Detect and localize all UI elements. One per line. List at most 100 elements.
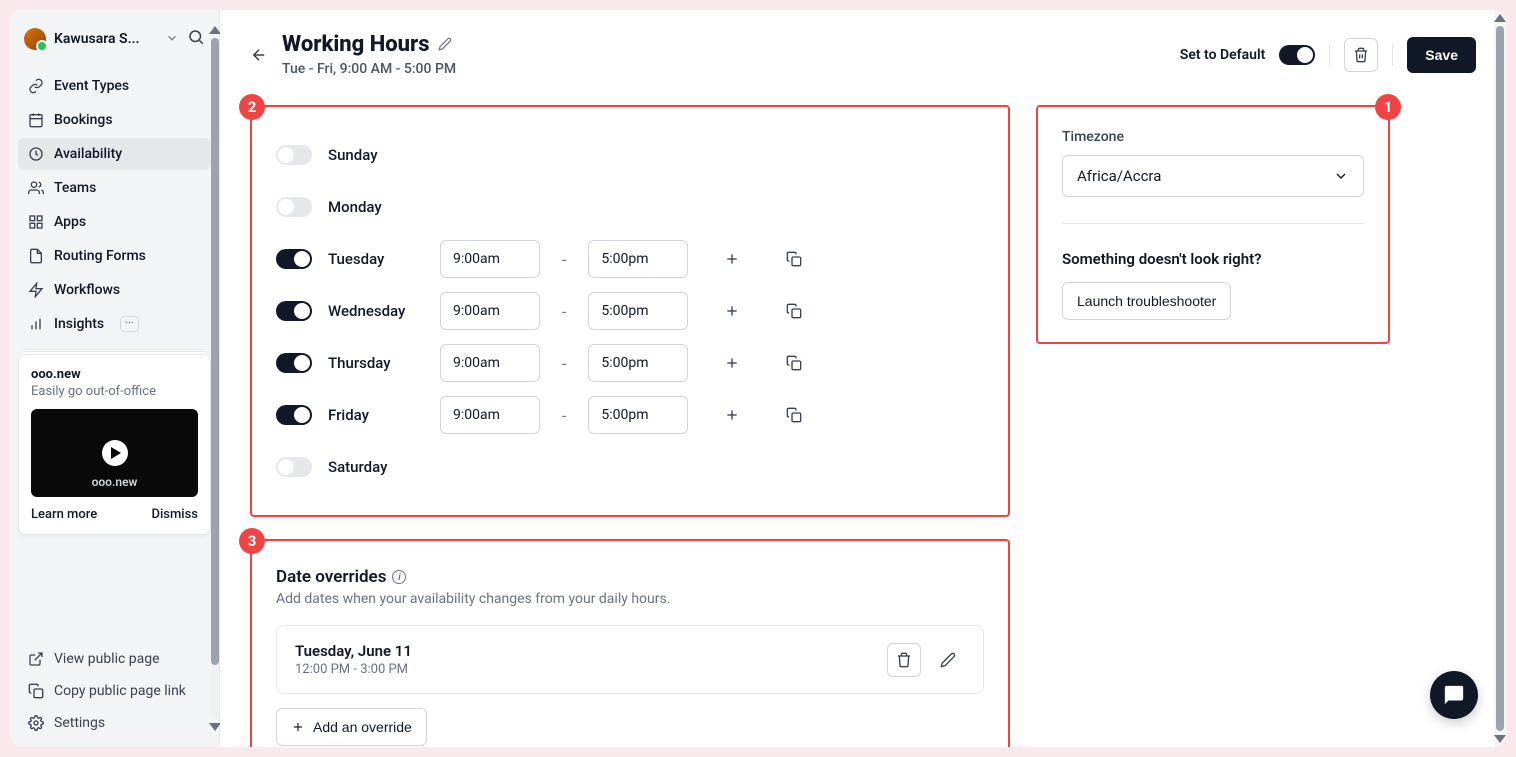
promo-media-text: ooo.new bbox=[92, 475, 138, 489]
nav-availability[interactable]: Availability bbox=[18, 138, 211, 170]
view-public-page[interactable]: View public page bbox=[18, 643, 211, 675]
divider bbox=[1062, 223, 1364, 224]
start-time-input[interactable]: 9:00am bbox=[440, 240, 540, 278]
override-time: 12:00 PM - 3:00 PM bbox=[295, 662, 887, 677]
day-name: Friday bbox=[328, 406, 424, 424]
copy-times-button[interactable] bbox=[778, 243, 810, 275]
day-row-saturday: Saturday bbox=[276, 441, 984, 493]
main-scrollbar[interactable] bbox=[1494, 10, 1506, 747]
add-time-slot-button[interactable] bbox=[716, 243, 748, 275]
divider bbox=[1329, 44, 1330, 66]
add-time-slot-button[interactable] bbox=[716, 399, 748, 431]
nav-label: Teams bbox=[54, 180, 96, 196]
date-overrides-panel: 3 Date overrides i Add dates when your a… bbox=[250, 539, 1010, 747]
edit-title-icon[interactable] bbox=[438, 32, 452, 57]
chat-bubble-button[interactable] bbox=[1430, 671, 1478, 719]
info-icon[interactable]: i bbox=[392, 570, 406, 584]
timezone-panel: 1 Timezone Africa/Accra Something doesn'… bbox=[1036, 105, 1390, 344]
nav-apps[interactable]: Apps bbox=[18, 206, 211, 238]
page-title: Working Hours bbox=[282, 32, 456, 57]
day-name: Sunday bbox=[328, 146, 424, 164]
day-toggle-monday[interactable] bbox=[276, 197, 312, 217]
day-name: Monday bbox=[328, 198, 424, 216]
page-subtitle: Tue - Fri, 9:00 AM - 5:00 PM bbox=[282, 61, 456, 77]
annotation-badge-1: 1 bbox=[1375, 94, 1401, 120]
nav-event-types[interactable]: Event Types bbox=[18, 70, 211, 102]
nav-label: Apps bbox=[54, 214, 86, 230]
day-name: Thursday bbox=[328, 354, 424, 372]
add-override-label: Add an override bbox=[313, 719, 412, 735]
delete-override-button[interactable] bbox=[887, 643, 921, 677]
day-toggle-friday[interactable] bbox=[276, 405, 312, 425]
nav-routing-forms[interactable]: Routing Forms bbox=[18, 240, 211, 272]
avatar[interactable] bbox=[24, 28, 46, 50]
overrides-title: Date overrides bbox=[276, 567, 386, 587]
start-time-input[interactable]: 9:00am bbox=[440, 292, 540, 330]
nav-label: Event Types bbox=[54, 78, 129, 94]
nav-teams[interactable]: Teams bbox=[18, 172, 211, 204]
username-label[interactable]: Kawusara S... bbox=[54, 31, 157, 47]
pencil-icon bbox=[940, 652, 956, 668]
start-time-input[interactable]: 9:00am bbox=[440, 344, 540, 382]
nav-label: Workflows bbox=[54, 282, 120, 298]
launch-troubleshooter-button[interactable]: Launch troubleshooter bbox=[1062, 282, 1231, 320]
plus-icon bbox=[291, 720, 305, 734]
add-time-slot-button[interactable] bbox=[716, 295, 748, 327]
add-time-slot-button[interactable] bbox=[716, 347, 748, 379]
copy-times-button[interactable] bbox=[778, 399, 810, 431]
start-time-input[interactable]: 9:00am bbox=[440, 396, 540, 434]
end-time-input[interactable]: 5:00pm bbox=[588, 240, 688, 278]
edit-override-button[interactable] bbox=[931, 643, 965, 677]
back-arrow-icon[interactable] bbox=[250, 46, 268, 68]
copy-times-button[interactable] bbox=[778, 347, 810, 379]
nav-bookings[interactable]: Bookings bbox=[18, 104, 211, 136]
day-row-wednesday: Wednesday9:00am-5:00pm bbox=[276, 285, 984, 337]
day-toggle-thursday[interactable] bbox=[276, 353, 312, 373]
timezone-select[interactable]: Africa/Accra bbox=[1062, 155, 1364, 197]
time-dash: - bbox=[556, 354, 572, 373]
delete-schedule-button[interactable] bbox=[1344, 38, 1378, 72]
day-row-monday: Monday bbox=[276, 181, 984, 233]
zap-icon bbox=[28, 282, 44, 298]
working-hours-panel: 2 SundayMondayTuesday9:00am-5:00pmWednes… bbox=[250, 105, 1010, 517]
plus-icon bbox=[724, 303, 740, 319]
day-name: Tuesday bbox=[328, 250, 424, 268]
troubleshooter-question: Something doesn't look right? bbox=[1062, 250, 1364, 268]
day-toggle-sunday[interactable] bbox=[276, 145, 312, 165]
scrollbar-thumb[interactable] bbox=[1496, 26, 1504, 731]
promo-title: ooo.new bbox=[31, 367, 198, 382]
main: Working Hours Tue - Fri, 9:00 AM - 5:00 … bbox=[220, 10, 1506, 747]
scrollbar-thumb[interactable] bbox=[211, 38, 219, 665]
promo-learn-more[interactable]: Learn more bbox=[31, 507, 97, 522]
nav-settings[interactable]: Settings bbox=[18, 707, 211, 739]
add-override-button[interactable]: Add an override bbox=[276, 708, 427, 746]
external-link-icon bbox=[28, 651, 44, 667]
chevron-down-icon[interactable] bbox=[165, 30, 179, 49]
promo-dismiss[interactable]: Dismiss bbox=[151, 507, 198, 522]
end-time-input[interactable]: 5:00pm bbox=[588, 344, 688, 382]
nav-label: Copy public page link bbox=[54, 683, 186, 699]
search-icon[interactable] bbox=[187, 28, 205, 50]
copy-times-button[interactable] bbox=[778, 295, 810, 327]
nav-insights[interactable]: Insights ··· bbox=[18, 308, 211, 340]
copy-public-link[interactable]: Copy public page link bbox=[18, 675, 211, 707]
sidebar: Kawusara S... Event Types Bookings Avail… bbox=[10, 10, 220, 747]
nav-label: Insights bbox=[54, 316, 104, 332]
save-button[interactable]: Save bbox=[1407, 37, 1476, 73]
end-time-input[interactable]: 5:00pm bbox=[588, 396, 688, 434]
end-time-input[interactable]: 5:00pm bbox=[588, 292, 688, 330]
trash-icon bbox=[896, 652, 912, 668]
copy-icon bbox=[786, 407, 802, 423]
promo-video[interactable]: ooo.new bbox=[31, 409, 198, 497]
clock-icon bbox=[28, 146, 44, 162]
set-default-toggle[interactable] bbox=[1279, 45, 1315, 65]
link-icon bbox=[28, 78, 44, 94]
scroll-down-icon bbox=[1494, 735, 1506, 743]
copy-icon bbox=[786, 303, 802, 319]
day-row-sunday: Sunday bbox=[276, 129, 984, 181]
nav-workflows[interactable]: Workflows bbox=[18, 274, 211, 306]
plus-icon bbox=[724, 355, 740, 371]
day-toggle-tuesday[interactable] bbox=[276, 249, 312, 269]
day-toggle-wednesday[interactable] bbox=[276, 301, 312, 321]
day-toggle-saturday[interactable] bbox=[276, 457, 312, 477]
